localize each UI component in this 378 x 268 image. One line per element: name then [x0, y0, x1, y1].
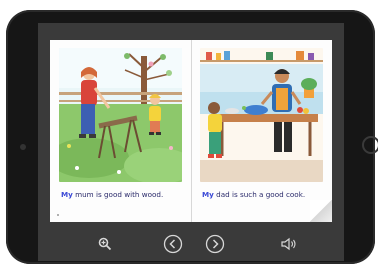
- zoom-button[interactable]: [94, 233, 116, 255]
- right-page-caption: My dad is such a good cook.: [202, 190, 328, 199]
- left-page: My mum is good with wood.: [50, 40, 192, 222]
- right-page: My dad is such a good cook.: [191, 40, 332, 222]
- camera-dot: [20, 144, 26, 150]
- audio-button[interactable]: [278, 233, 300, 255]
- zoom-in-icon: [98, 237, 112, 251]
- previous-page-button[interactable]: [162, 233, 184, 255]
- reader-toolbar: [38, 233, 344, 261]
- home-button[interactable]: [362, 136, 378, 154]
- caption-text: mum is good with wood.: [72, 190, 164, 199]
- page-marker: [57, 214, 59, 216]
- caption-text: dad is such a good cook.: [213, 190, 306, 199]
- open-book: My mum is good with wood. My dad is such…: [50, 40, 332, 222]
- caption-highlight-word: My: [61, 190, 73, 199]
- reader-screen: My mum is good with wood. My dad is such…: [38, 23, 344, 261]
- right-page-illustration: [200, 48, 323, 182]
- speaker-icon: [281, 237, 296, 251]
- chevron-right-icon: [205, 234, 225, 254]
- left-page-caption: My mum is good with wood.: [61, 190, 187, 199]
- next-page-button[interactable]: [204, 233, 226, 255]
- left-page-illustration: [59, 48, 182, 182]
- caption-highlight-word: My: [202, 190, 214, 199]
- chevron-left-icon: [163, 234, 183, 254]
- page-curl[interactable]: [310, 200, 332, 222]
